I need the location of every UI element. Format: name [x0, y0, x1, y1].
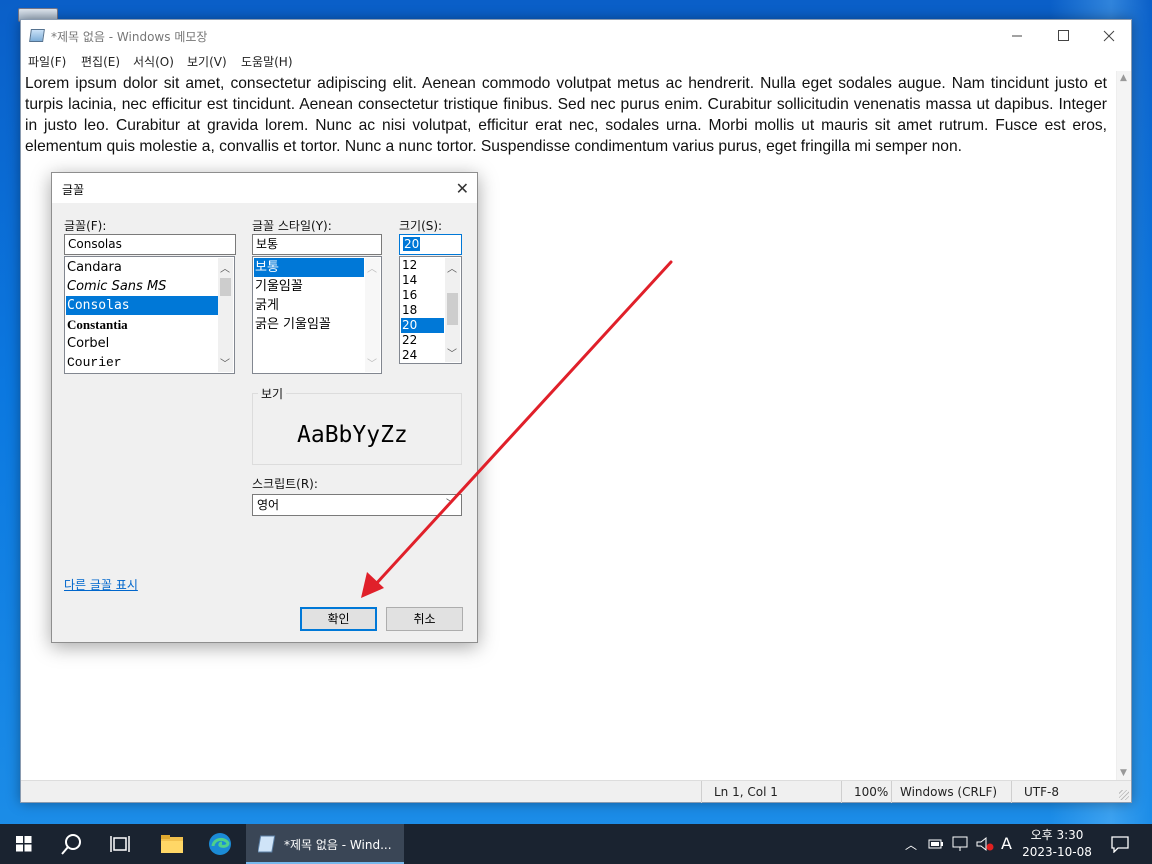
size-label: 크기(S): — [399, 219, 443, 233]
list-item[interactable]: 18 — [401, 303, 444, 318]
script-dropdown[interactable]: 영어 ﹀ — [252, 494, 462, 516]
edge-icon — [209, 833, 231, 855]
list-item[interactable]: 24 — [401, 348, 444, 363]
scroll-up-icon[interactable]: ▲ — [1120, 73, 1127, 83]
document-text[interactable]: Lorem ipsum dolor sit amet, consectetur … — [25, 73, 1107, 177]
list-item[interactable]: 14 — [401, 273, 444, 288]
windows-logo-icon — [16, 836, 32, 852]
network-icon[interactable] — [952, 836, 970, 852]
font-size-list[interactable]: 12 14 16 18 20 22 24 ︿ ﹀ — [399, 256, 462, 364]
maximize-icon — [1057, 30, 1069, 41]
close-button[interactable] — [1086, 20, 1132, 51]
list-item[interactable]: 22 — [401, 333, 444, 348]
scroll-down-icon[interactable]: ﹀ — [447, 345, 457, 360]
scroll-up-icon[interactable]: ︿ — [447, 260, 457, 275]
scroll-down-icon[interactable]: ﹀ — [220, 355, 230, 370]
minimize-icon — [1011, 35, 1022, 37]
task-view-icon — [110, 836, 130, 852]
scroll-down-icon[interactable]: ▼ — [1120, 768, 1127, 778]
close-icon — [1103, 30, 1115, 41]
task-view-button[interactable] — [96, 824, 144, 864]
notepad-icon — [258, 835, 276, 853]
notepad-titlebar[interactable]: *제목 없음 - Windows 메모장 — [21, 20, 1131, 51]
taskbar-notepad-label: *제목 없음 - Wind... — [284, 838, 392, 852]
list-item[interactable]: Candara — [66, 258, 218, 277]
status-bar: Ln 1, Col 1 100% Windows (CRLF) UTF-8 — [21, 780, 1131, 803]
clock-date: 2023-10-08 — [1022, 845, 1092, 859]
menu-bar: 파일(F) 편집(E) 서식(O) 보기(V) 도움말(H) — [21, 51, 1131, 71]
preview-sample-text: AaBbYyZz — [297, 422, 408, 448]
preview-label: 보기 — [258, 385, 287, 402]
clock-time: 오후 3:30 — [1030, 828, 1084, 842]
list-item-selected[interactable]: 20 — [401, 318, 444, 333]
scroll-thumb[interactable] — [220, 278, 231, 296]
list-item[interactable]: 굵은 기울임꼴 — [254, 315, 364, 334]
file-explorer-button[interactable] — [148, 824, 196, 864]
list-item[interactable]: Corbel — [66, 334, 218, 353]
scroll-thumb[interactable] — [447, 293, 458, 325]
list-item[interactable]: Comic Sans MS — [66, 277, 218, 296]
status-encoding: UTF-8 — [1011, 781, 1115, 803]
menu-edit[interactable]: 편집(E) — [81, 53, 120, 70]
list-item-selected[interactable]: 보통 — [254, 258, 364, 277]
chevron-up-icon[interactable]: ︿ — [905, 836, 917, 853]
start-button[interactable] — [0, 824, 48, 864]
edge-browser-button[interactable] — [196, 824, 244, 864]
ime-indicator[interactable]: A — [1001, 834, 1012, 853]
list-item[interactable]: 굵게 — [254, 296, 364, 315]
notepad-app-icon — [29, 29, 45, 42]
menu-format[interactable]: 서식(O) — [133, 53, 174, 70]
font-dialog-title: 글꼴 — [62, 183, 85, 197]
font-size-input[interactable]: 20 — [399, 234, 462, 255]
scroll-up-icon[interactable]: ︿ — [367, 260, 377, 275]
search-button[interactable] — [48, 824, 96, 864]
font-style-input[interactable]: 보통 — [252, 234, 382, 255]
scroll-down-icon[interactable]: ﹀ — [367, 355, 377, 370]
resize-grip[interactable] — [1119, 790, 1129, 800]
status-position: Ln 1, Col 1 — [701, 781, 841, 803]
scroll-up-icon[interactable]: ︿ — [220, 260, 230, 275]
list-item-selected[interactable]: Consolas — [66, 296, 218, 315]
font-list-scrollbar[interactable]: ︿ ﹀ — [218, 258, 233, 372]
notification-icon[interactable] — [1110, 835, 1130, 853]
ok-button[interactable]: 확인 — [300, 607, 377, 631]
chevron-down-icon: ﹀ — [446, 499, 456, 510]
taskbar-notepad-button[interactable]: *제목 없음 - Wind... — [246, 824, 404, 864]
font-style-list-scrollbar[interactable]: ︿ ﹀ — [365, 258, 380, 372]
search-icon — [61, 834, 81, 855]
cancel-button[interactable]: 취소 — [386, 607, 463, 631]
script-label: 스크립트(R): — [252, 477, 318, 491]
font-style-list[interactable]: 보통 기울임꼴 굵게 굵은 기울임꼴 ︿ ﹀ — [252, 256, 382, 374]
list-item[interactable]: Courier — [66, 353, 218, 372]
menu-file[interactable]: 파일(F) — [28, 53, 66, 70]
folder-icon — [161, 835, 183, 853]
system-clock[interactable]: 오후 3:30 2023-10-08 — [1022, 827, 1092, 861]
status-zoom: 100% — [841, 781, 891, 803]
maximize-button[interactable] — [1040, 20, 1086, 51]
menu-view[interactable]: 보기(V) — [187, 53, 227, 70]
volume-muted-icon[interactable] — [976, 836, 994, 852]
font-dialog: 글꼴 ✕ 글꼴(F): Consolas Candara Comic Sans … — [51, 172, 478, 643]
list-item[interactable]: 12 — [401, 258, 444, 273]
list-item[interactable]: Constantia — [66, 315, 218, 334]
list-item[interactable]: 기울임꼴 — [254, 277, 364, 296]
battery-icon[interactable] — [928, 837, 944, 851]
font-name-input[interactable]: Consolas — [64, 234, 236, 255]
taskbar: *제목 없음 - Wind... ︿ A 오후 3:30 2023-10-08 — [0, 824, 1152, 864]
list-item[interactable]: 16 — [401, 288, 444, 303]
font-list[interactable]: Candara Comic Sans MS Consolas Constanti… — [64, 256, 235, 374]
script-value: 영어 — [257, 498, 280, 512]
vertical-scrollbar[interactable]: ▲ ▼ — [1116, 71, 1131, 780]
minimize-button[interactable] — [994, 20, 1040, 51]
dialog-close-icon[interactable]: ✕ — [456, 179, 469, 198]
menu-help[interactable]: 도움말(H) — [241, 53, 293, 70]
show-more-fonts-link[interactable]: 다른 글꼴 표시 — [64, 576, 138, 593]
font-size-value[interactable]: 20 — [403, 237, 421, 251]
font-label: 글꼴(F): — [64, 219, 107, 233]
window-title: *제목 없음 - Windows 메모장 — [51, 30, 208, 44]
status-line-ending: Windows (CRLF) — [891, 781, 1011, 803]
font-style-label: 글꼴 스타일(Y): — [252, 219, 332, 233]
font-size-list-scrollbar[interactable]: ︿ ﹀ — [445, 258, 460, 362]
font-dialog-titlebar[interactable]: 글꼴 ✕ — [52, 173, 477, 203]
